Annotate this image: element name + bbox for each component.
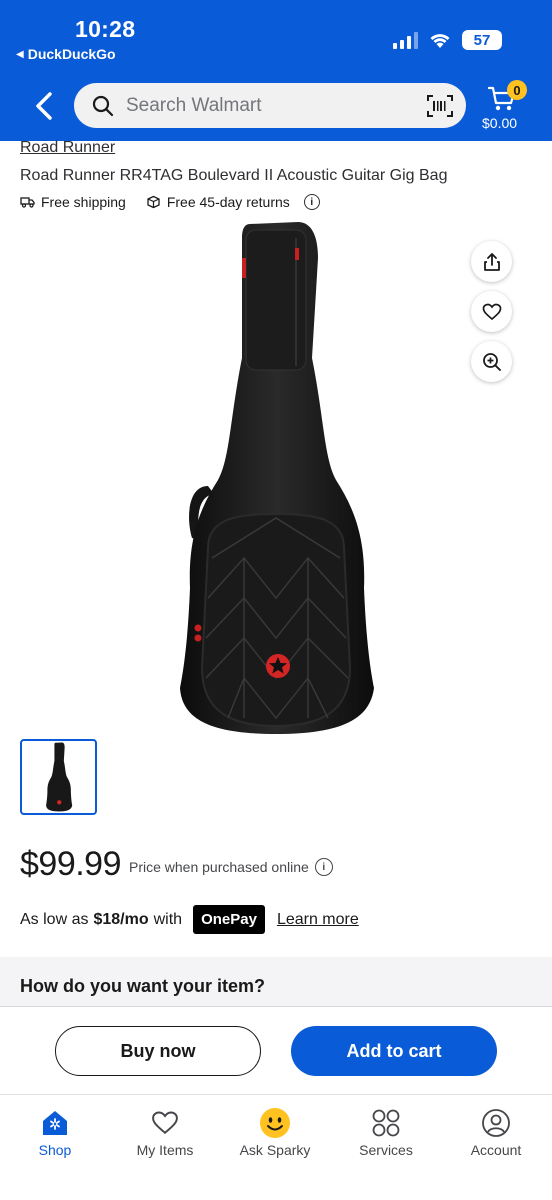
share-button[interactable] — [471, 241, 512, 282]
barcode-scan-icon[interactable] — [426, 94, 454, 118]
buy-now-button[interactable]: Buy now — [55, 1026, 261, 1076]
pay-later-suffix: with — [153, 910, 183, 928]
tab-ask-sparky-label: Ask Sparky — [239, 1142, 311, 1158]
pay-later-prefix: As low as — [20, 910, 89, 928]
battery-icon: 57 — [462, 30, 502, 50]
tab-account[interactable]: Account — [441, 1107, 551, 1158]
status-icons: 57 — [393, 30, 502, 50]
heart-icon — [151, 1107, 179, 1139]
tab-services[interactable]: Services — [331, 1107, 441, 1158]
favorite-button[interactable] — [471, 291, 512, 332]
tab-ask-sparky[interactable]: Ask Sparky — [220, 1107, 330, 1158]
add-to-cart-button[interactable]: Add to cart — [291, 1026, 497, 1076]
back-app-label: DuckDuckGo — [27, 46, 116, 62]
battery-level: 57 — [473, 31, 491, 49]
tab-shop-label: Shop — [38, 1142, 72, 1158]
tab-shop[interactable]: Shop — [0, 1107, 110, 1158]
brand-link[interactable]: Road Runner — [20, 139, 115, 157]
fulfillment-section: How do you want your item? — [0, 957, 552, 1007]
search-icon — [92, 95, 114, 116]
fulfillment-title: How do you want your item? — [20, 976, 266, 996]
status-time: 10:28 — [75, 16, 136, 42]
product-image[interactable] — [168, 218, 384, 738]
back-to-app[interactable]: ◀ DuckDuckGo — [16, 46, 116, 62]
pay-later-row: As low as $18/mo with OnePay Learn more — [20, 905, 359, 934]
learn-more-link[interactable]: Learn more — [277, 911, 359, 929]
wifi-icon — [428, 31, 452, 49]
tab-my-items-label: My Items — [136, 1142, 194, 1158]
heart-icon — [482, 303, 501, 320]
onepay-logo: OnePay — [193, 905, 265, 934]
zoom-in-icon — [482, 352, 501, 371]
cart-button[interactable]: 0 $0.00 — [480, 80, 530, 135]
pay-later-amount: $18/mo — [93, 910, 149, 928]
image-thumbnail[interactable] — [20, 739, 97, 815]
divider — [0, 1006, 552, 1007]
account-icon — [481, 1107, 511, 1139]
tab-bar: Shop My Items Ask Sparky Services Accoun… — [0, 1095, 552, 1200]
cart-count-badge: 0 — [507, 80, 527, 100]
back-triangle-icon: ◀ — [16, 48, 24, 60]
price-note-label: Price when purchased online — [129, 859, 309, 875]
info-icon[interactable]: i — [303, 194, 320, 210]
tab-account-label: Account — [470, 1142, 522, 1158]
back-arrow-icon[interactable] — [30, 90, 60, 122]
tab-my-items[interactable]: My Items — [110, 1107, 220, 1158]
free-shipping-label: Free shipping — [41, 194, 126, 210]
services-grid-icon — [371, 1107, 401, 1139]
share-icon — [483, 252, 500, 271]
search-input[interactable]: Search Walmart — [126, 95, 426, 117]
return-box-icon — [147, 195, 160, 209]
free-shipping: Free shipping — [20, 194, 126, 210]
thumbnail-image — [45, 742, 72, 812]
product-title: Road Runner RR4TAG Boulevard II Acoustic… — [20, 167, 448, 184]
zoom-button[interactable] — [471, 341, 512, 382]
price-note: Price when purchased online i — [129, 858, 333, 876]
price-info-icon[interactable]: i — [314, 858, 333, 876]
sparky-icon — [259, 1107, 291, 1139]
search-bar[interactable]: Search Walmart — [74, 83, 466, 128]
free-returns-label: Free 45-day returns — [166, 194, 290, 210]
walmart-spark-icon — [40, 1107, 70, 1139]
cart-total: $0.00 — [482, 115, 518, 131]
truck-icon — [20, 197, 35, 208]
price: $99.99 — [20, 845, 122, 883]
tab-services-label: Services — [359, 1142, 413, 1158]
perks-row: Free shipping Free 45-day returns i — [20, 194, 320, 210]
cellular-signal-icon — [393, 31, 418, 49]
header: 10:28 ◀ DuckDuckGo 57 Search Walmart 0 $… — [0, 0, 552, 141]
free-returns: Free 45-day returns — [146, 194, 290, 210]
